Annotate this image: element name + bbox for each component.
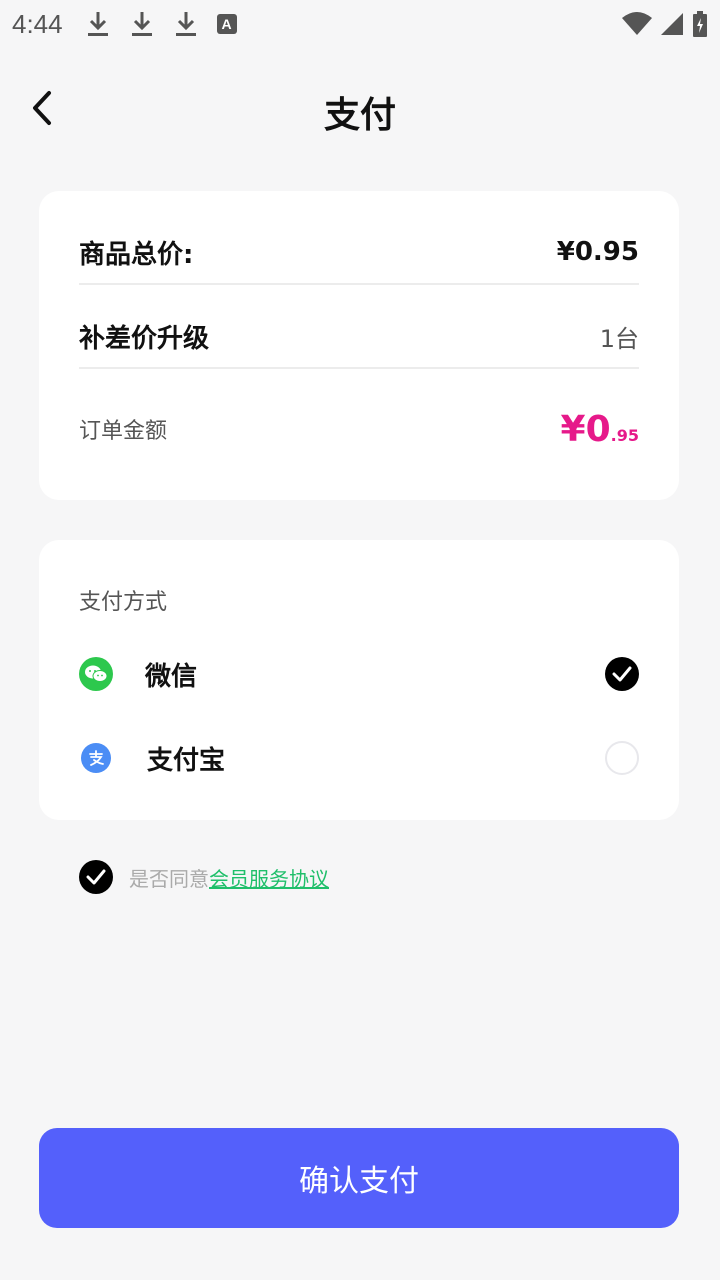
price-card: 商品总价: ¥0.95 补差价升级 1台 订单金额 ¥0 .95 (39, 191, 679, 500)
total-price-value: ¥0.95 (556, 237, 639, 267)
status-bar: 4:44 A (0, 0, 720, 48)
order-amount: ¥0 .95 (561, 409, 639, 450)
system-icons (622, 11, 708, 37)
battery-icon (693, 11, 707, 37)
order-amount-row: 订单金额 ¥0 .95 (79, 397, 639, 461)
alipay-label: 支付宝 (147, 745, 226, 776)
upgrade-row: 补差价升级 1台 (79, 305, 639, 369)
wifi-icon (622, 12, 652, 35)
header: 支付 (0, 70, 720, 150)
order-amount-decimal: .95 (610, 425, 639, 445)
order-amount-label: 订单金额 (79, 419, 168, 444)
a-notification-icon: A (216, 14, 237, 34)
wechat-label: 微信 (145, 661, 198, 692)
status-time: 4:44 (12, 8, 63, 39)
alipay-icon (81, 743, 111, 773)
checkmark-icon (86, 869, 106, 885)
wechat-icon (79, 657, 113, 691)
wechat-radio-checked[interactable] (605, 657, 639, 691)
alipay-radio[interactable] (605, 741, 639, 775)
payment-method-title: 支付方式 (79, 590, 168, 615)
membership-agreement-link[interactable]: 会员服务协议 (209, 863, 329, 892)
upgrade-quantity: 1台 (599, 324, 639, 353)
signal-icon (661, 13, 683, 35)
total-price-label: 商品总价: (79, 239, 194, 270)
page-title: 支付 (323, 95, 396, 136)
download-icon (175, 12, 196, 36)
payment-option-wechat[interactable]: 微信 (79, 649, 639, 699)
agreement-text: 是否同意 (129, 866, 209, 891)
payment-option-alipay[interactable]: 支付宝 (79, 733, 639, 783)
agreement-checkbox[interactable] (79, 860, 113, 894)
notification-icons: A (85, 10, 237, 38)
upgrade-label: 补差价升级 (79, 323, 210, 354)
confirm-payment-button[interactable]: 确认支付 (39, 1128, 679, 1228)
download-icon (87, 12, 108, 36)
order-amount-main: ¥0 (560, 408, 611, 450)
download-icon (131, 12, 152, 36)
checkmark-icon (612, 666, 632, 682)
payment-method-card: 支付方式 微信 支付宝 (39, 540, 679, 820)
total-price-row: 商品总价: ¥0.95 (79, 221, 639, 285)
agreement-row: 是否同意 会员服务协议 (79, 860, 329, 894)
